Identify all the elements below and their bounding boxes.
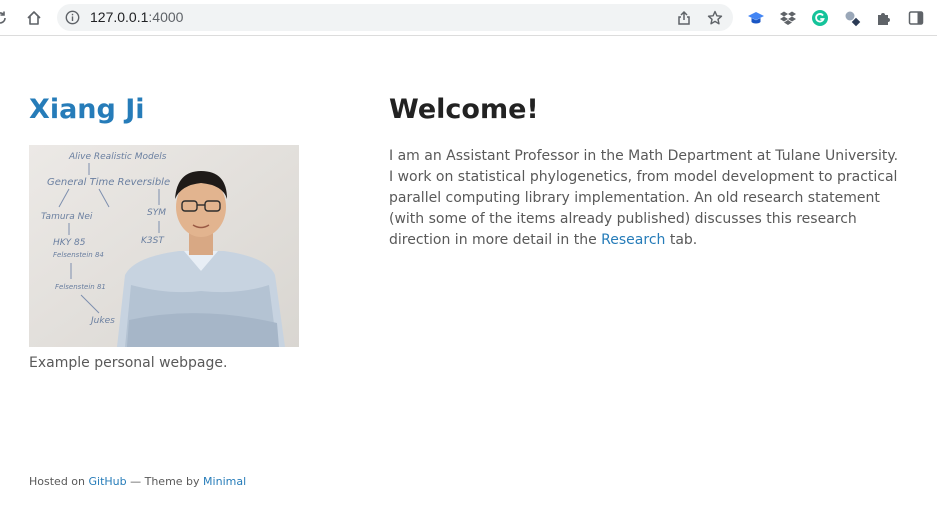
whiteboard-text-9: Jukes — [89, 316, 115, 326]
intro-text-end: tab. — [665, 232, 698, 248]
address-bar[interactable]: 127.0.0.1:4000 — [57, 4, 733, 31]
whiteboard-text-2: General Time Reversible — [47, 177, 170, 188]
extensions-puzzle-icon[interactable] — [873, 7, 895, 29]
site-info-icon[interactable] — [64, 9, 81, 26]
url-port: :4000 — [148, 9, 184, 25]
whiteboard-text-1: Alive Realistic Models — [68, 152, 167, 162]
home-icon[interactable] — [22, 6, 46, 30]
whiteboard-text-6: SYM — [147, 208, 166, 218]
dropbox-extension-icon[interactable] — [777, 7, 799, 29]
intro-paragraph: I am an Assistant Professor in the Math … — [389, 146, 904, 251]
browser-toolbar: 127.0.0.1:4000 — [0, 0, 937, 36]
whiteboard-text-5: Felsenstein 84 — [53, 251, 104, 259]
whiteboard-text-8: Felsenstein 81 — [55, 283, 106, 291]
profile-photo: Alive Realistic Models General Time Reve… — [29, 145, 299, 347]
photo-caption: Example personal webpage. — [29, 355, 228, 371]
search-person-extension-icon[interactable] — [841, 7, 863, 29]
github-link[interactable]: GitHub — [89, 475, 127, 488]
side-panel-icon[interactable] — [905, 7, 927, 29]
footer-hosted-text: Hosted on — [29, 475, 85, 488]
theme-link[interactable]: Minimal — [203, 475, 246, 488]
bookmark-star-icon[interactable] — [705, 8, 725, 28]
url-text: 127.0.0.1:4000 — [90, 9, 183, 26]
page-heading: Welcome! — [389, 94, 539, 125]
whiteboard-text-7: K3ST — [141, 236, 165, 246]
whiteboard-text-3: Tamura Nei — [41, 212, 93, 222]
footer-theme-text: — Theme by — [126, 475, 204, 488]
whiteboard-text-4: HKY 85 — [53, 238, 86, 248]
graduation-cap-extension-icon[interactable] — [745, 7, 767, 29]
url-host: 127.0.0.1 — [90, 9, 149, 25]
research-link[interactable]: Research — [601, 232, 665, 248]
reload-icon[interactable] — [0, 6, 12, 30]
share-icon[interactable] — [674, 8, 694, 28]
footer: Hosted on GitHub — Theme by Minimal — [29, 475, 246, 489]
site-title-link[interactable]: Xiang Ji — [29, 92, 145, 128]
grammarly-extension-icon[interactable] — [809, 7, 831, 29]
